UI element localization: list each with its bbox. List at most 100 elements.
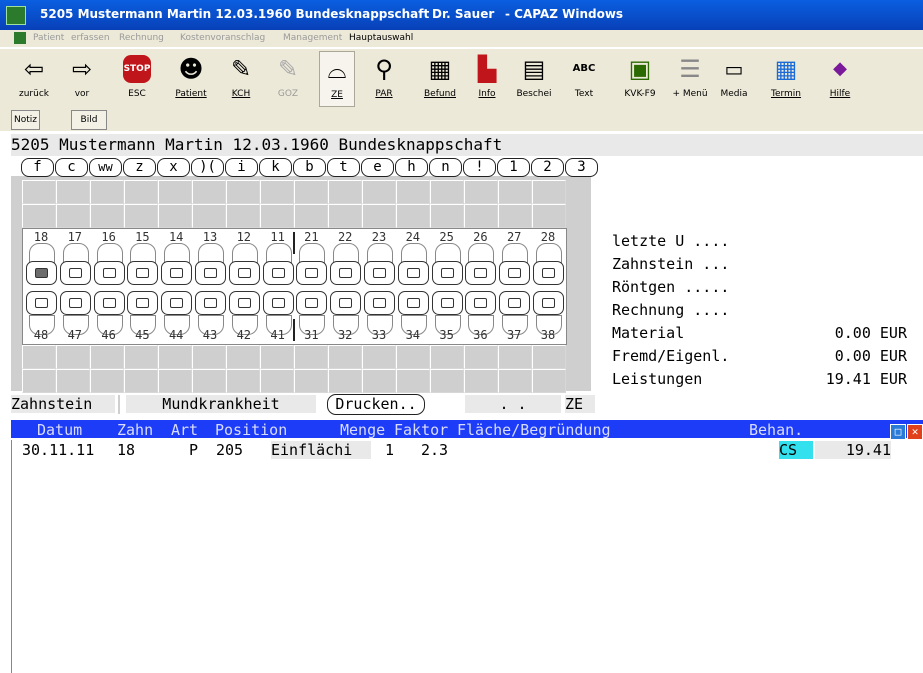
status-button-h[interactable]: h xyxy=(395,158,428,177)
date-status-field[interactable]: . . xyxy=(465,395,561,413)
menu-item-kostenvoranschlag[interactable]: Kostenvoranschlag xyxy=(180,33,265,43)
grid-cell[interactable] xyxy=(260,180,294,204)
menu-item-erfassen[interactable]: erfassen xyxy=(71,33,110,43)
grid-cell[interactable] xyxy=(430,345,464,369)
grid-cell[interactable] xyxy=(328,204,362,228)
notiz-button[interactable]: Notiz xyxy=(11,110,40,130)
status-button-k[interactable]: k xyxy=(259,158,292,177)
grid-cell[interactable] xyxy=(532,345,566,369)
col-position[interactable]: Position xyxy=(215,421,287,439)
col-datum[interactable]: Datum xyxy=(37,421,82,439)
menu-item-hauptauswahl[interactable]: Hauptauswahl xyxy=(349,33,413,43)
upper-tooth[interactable] xyxy=(330,261,362,285)
grid-cell[interactable] xyxy=(328,345,362,369)
col-zahn[interactable]: Zahn xyxy=(117,421,153,439)
lower-tooth[interactable] xyxy=(228,291,260,315)
lower-tooth[interactable] xyxy=(127,291,159,315)
grid-cell[interactable] xyxy=(158,180,192,204)
menu-item-patient[interactable]: Patient xyxy=(33,33,64,43)
upper-tooth[interactable] xyxy=(93,261,125,285)
menu-item-management[interactable]: Management xyxy=(283,33,342,43)
lower-tooth[interactable] xyxy=(364,291,395,315)
upper-tooth[interactable] xyxy=(262,261,294,285)
grid-cell[interactable] xyxy=(158,204,192,228)
grid-cell[interactable] xyxy=(532,369,566,393)
esc-button[interactable]: STOP ESC xyxy=(118,51,156,105)
grid-cell[interactable] xyxy=(362,204,396,228)
grid-cell[interactable] xyxy=(260,204,294,228)
ze-button[interactable]: ⌓ ZE xyxy=(319,51,355,107)
info-button[interactable]: ▙ Info xyxy=(472,51,502,105)
upper-tooth[interactable] xyxy=(127,261,159,285)
grid-cell[interactable] xyxy=(158,345,192,369)
grid-cell[interactable] xyxy=(430,204,464,228)
grid-cell[interactable] xyxy=(294,204,328,228)
grid-cell[interactable] xyxy=(260,345,294,369)
col-flaeche[interactable]: Fläche/Begründung xyxy=(457,421,611,439)
status-button-gap[interactable]: )( xyxy=(191,158,224,177)
status-button-3[interactable]: 3 xyxy=(565,158,598,177)
lower-tooth[interactable] xyxy=(195,291,226,315)
grid-cell[interactable] xyxy=(396,204,430,228)
lower-tooth[interactable] xyxy=(330,291,362,315)
lower-tooth[interactable] xyxy=(26,291,57,315)
grid-cell[interactable] xyxy=(396,345,430,369)
status-button-c[interactable]: c xyxy=(55,158,88,177)
upper-tooth[interactable] xyxy=(364,261,395,285)
grid-cell[interactable] xyxy=(464,369,498,393)
upper-tooth[interactable] xyxy=(499,261,531,285)
grid-cell[interactable] xyxy=(56,180,90,204)
bild-button[interactable]: Bild xyxy=(71,110,107,130)
back-button[interactable]: ⇦ zurück xyxy=(14,51,54,105)
lower-tooth[interactable] xyxy=(59,291,91,315)
lower-tooth[interactable] xyxy=(499,291,531,315)
grid-cell[interactable] xyxy=(226,180,260,204)
grid-cell[interactable] xyxy=(396,369,430,393)
lower-tooth[interactable] xyxy=(465,291,497,315)
upper-tooth[interactable] xyxy=(228,261,260,285)
status-button-1[interactable]: 1 xyxy=(497,158,530,177)
media-button[interactable]: ▭ Media xyxy=(717,51,751,105)
upper-tooth[interactable] xyxy=(296,261,328,285)
upper-tooth[interactable] xyxy=(431,261,463,285)
col-menge[interactable]: Menge xyxy=(340,421,385,439)
status-button-e[interactable]: e xyxy=(361,158,394,177)
grid-cell[interactable] xyxy=(328,180,362,204)
upper-tooth[interactable] xyxy=(161,261,193,285)
status-button-2[interactable]: 2 xyxy=(531,158,564,177)
grid-cell[interactable] xyxy=(464,180,498,204)
grid-cell[interactable] xyxy=(396,180,430,204)
status-button-z[interactable]: z xyxy=(123,158,156,177)
grid-cell[interactable] xyxy=(124,345,158,369)
grid-cell[interactable] xyxy=(532,204,566,228)
grid-cell[interactable] xyxy=(90,369,124,393)
status-button-x[interactable]: x xyxy=(157,158,190,177)
grid-cell[interactable] xyxy=(226,204,260,228)
lower-tooth[interactable] xyxy=(262,291,294,315)
grid-cell[interactable] xyxy=(362,180,396,204)
grid-cell[interactable] xyxy=(56,345,90,369)
grid-cell[interactable] xyxy=(22,369,56,393)
status-button-t[interactable]: t xyxy=(327,158,360,177)
termin-button[interactable]: ▦ Termin xyxy=(767,51,805,105)
lower-tooth[interactable] xyxy=(296,291,328,315)
grid-cell[interactable] xyxy=(22,204,56,228)
goz-button[interactable]: ✎ GOZ xyxy=(271,51,305,105)
lower-tooth[interactable] xyxy=(533,291,564,315)
kch-button[interactable]: ✎ KCH xyxy=(224,51,258,105)
grid-cell[interactable] xyxy=(226,345,260,369)
upper-tooth[interactable] xyxy=(26,261,57,285)
grid-cell[interactable] xyxy=(56,204,90,228)
maximize-icon[interactable]: □ xyxy=(890,424,906,440)
grid-cell[interactable] xyxy=(532,180,566,204)
col-behan[interactable]: Behan. xyxy=(749,421,803,439)
grid-cell[interactable] xyxy=(56,369,90,393)
grid-cell[interactable] xyxy=(192,345,226,369)
patient-button[interactable]: ☻ Patient xyxy=(170,51,212,105)
zahnstein-status-field[interactable]: Zahnstein xyxy=(11,395,115,413)
grid-cell[interactable] xyxy=(498,204,532,228)
close-icon[interactable]: ✕ xyxy=(907,424,923,440)
upper-tooth[interactable] xyxy=(465,261,497,285)
lower-tooth[interactable] xyxy=(397,291,429,315)
grid-cell[interactable] xyxy=(124,204,158,228)
